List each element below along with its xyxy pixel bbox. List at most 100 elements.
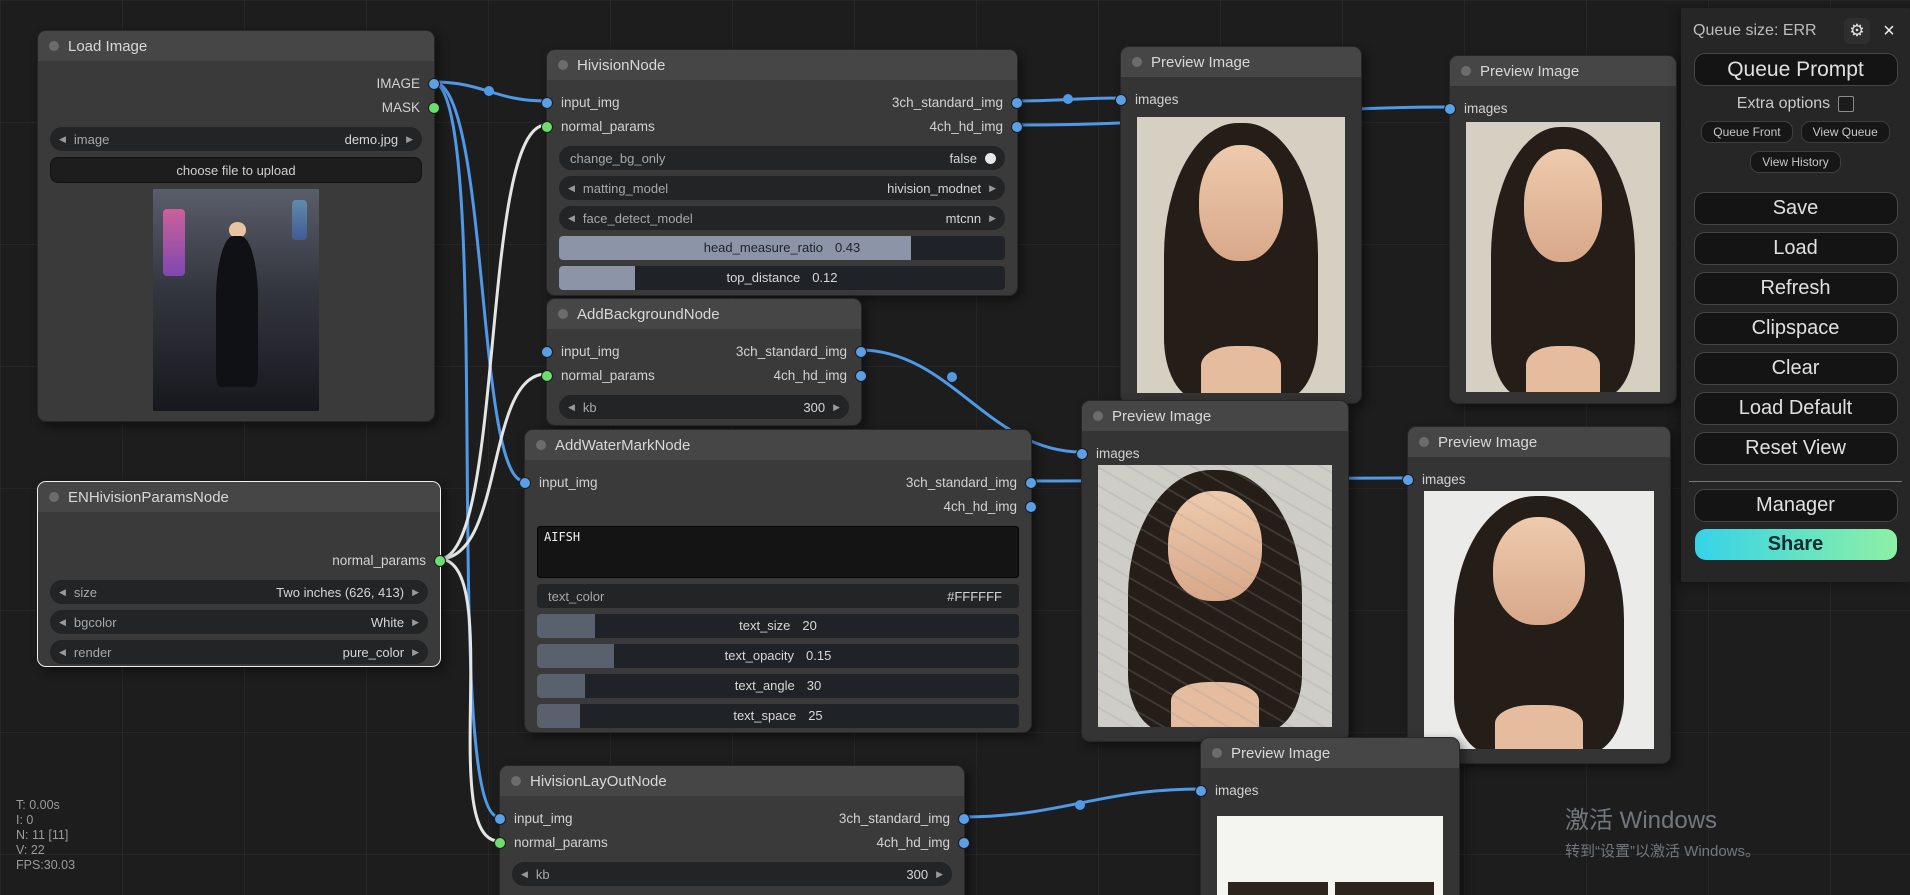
collapse-dot-icon[interactable] xyxy=(49,41,59,51)
widget-face-detect-model[interactable]: ◀ face_detect_model mtcnn ▶ xyxy=(559,206,1005,230)
collapse-dot-icon[interactable] xyxy=(536,440,546,450)
link-dot[interactable] xyxy=(1063,94,1073,104)
preview-photo[interactable] xyxy=(1466,122,1660,392)
node-titlebar[interactable]: HivisionLayOutNode xyxy=(500,766,964,796)
widget-text-space-slider[interactable]: text_space 25 xyxy=(537,704,1019,728)
preview-photo[interactable] xyxy=(1217,816,1443,895)
output-port-4ch-hd-img[interactable] xyxy=(1011,121,1023,133)
clear-button[interactable]: Clear xyxy=(1693,352,1898,385)
load-button[interactable]: Load xyxy=(1693,232,1898,265)
combo-prev-icon[interactable]: ◀ xyxy=(59,134,66,145)
input-port-images[interactable] xyxy=(1076,448,1088,460)
combo-prev-icon[interactable]: ◀ xyxy=(568,213,575,224)
input-port-input-img[interactable] xyxy=(494,813,506,825)
node-titlebar[interactable]: Preview Image xyxy=(1201,738,1459,768)
node-preview-image-2[interactable]: Preview Image images xyxy=(1444,55,1677,404)
comfyui-canvas[interactable]: Load Image IMAGE MASK ◀ image demo.jpg ▶… xyxy=(0,0,1910,895)
combo-prev-icon[interactable]: ◀ xyxy=(59,617,66,628)
collapse-dot-icon[interactable] xyxy=(511,776,521,786)
combo-prev-icon[interactable]: ◀ xyxy=(521,869,528,880)
widget-top-distance-slider[interactable]: top_distance 0.12 xyxy=(559,266,1005,290)
load-default-button[interactable]: Load Default xyxy=(1693,392,1898,425)
view-history-button[interactable]: View History xyxy=(1750,151,1841,173)
combo-prev-icon[interactable]: ◀ xyxy=(59,647,66,658)
combo-prev-icon[interactable]: ◀ xyxy=(568,183,575,194)
input-port-normal-params[interactable] xyxy=(541,121,553,133)
node-titlebar[interactable]: Preview Image xyxy=(1450,56,1676,86)
output-port-4ch-hd-img[interactable] xyxy=(855,370,867,382)
link-dot[interactable] xyxy=(947,372,957,382)
widget-kb[interactable]: ◀ kb 300 ▶ xyxy=(559,395,849,419)
output-port-image[interactable] xyxy=(428,78,440,90)
node-preview-image-5[interactable]: Preview Image images xyxy=(1195,737,1460,895)
node-preview-image-1[interactable]: Preview Image images xyxy=(1115,46,1362,404)
widget-size[interactable]: ◀ size Two inches (626, 413) ▶ xyxy=(50,580,428,604)
input-port-input-img[interactable] xyxy=(519,477,531,489)
input-port-images[interactable] xyxy=(1115,94,1127,106)
collapse-dot-icon[interactable] xyxy=(1212,748,1222,758)
output-port-3ch-standard-img[interactable] xyxy=(1011,97,1023,109)
input-port-images[interactable] xyxy=(1402,474,1414,486)
save-button[interactable]: Save xyxy=(1693,192,1898,225)
loaded-image-thumbnail[interactable] xyxy=(153,189,319,411)
settings-button[interactable]: ⚙ xyxy=(1844,18,1870,44)
refresh-button[interactable]: Refresh xyxy=(1693,272,1898,305)
input-port-normal-params[interactable] xyxy=(541,370,553,382)
widget-text-opacity-slider[interactable]: text_opacity 0.15 xyxy=(537,644,1019,668)
node-titlebar[interactable]: Load Image xyxy=(38,31,434,61)
view-queue-button[interactable]: View Queue xyxy=(1800,121,1890,143)
node-titlebar[interactable]: ENHivisionParamsNode xyxy=(38,482,440,512)
output-port-normal-params[interactable] xyxy=(434,555,446,567)
link-dot[interactable] xyxy=(1075,800,1085,810)
combo-next-icon[interactable]: ▶ xyxy=(989,213,996,224)
share-button[interactable]: Share xyxy=(1694,529,1897,560)
toggle-knob-icon[interactable] xyxy=(985,152,996,164)
node-add-watermark[interactable]: AddWaterMarkNode input_img 3ch_standard_… xyxy=(519,429,1037,733)
manager-button[interactable]: Manager xyxy=(1693,489,1898,522)
queue-front-button[interactable]: Queue Front xyxy=(1701,121,1793,143)
output-port-4ch-hd-img[interactable] xyxy=(1025,501,1037,513)
node-titlebar[interactable]: AddWaterMarkNode xyxy=(525,430,1031,460)
node-add-background[interactable]: AddBackgroundNode input_img 3ch_standard… xyxy=(541,298,867,426)
combo-next-icon[interactable]: ▶ xyxy=(989,183,996,194)
combo-next-icon[interactable]: ▶ xyxy=(406,134,413,145)
collapse-dot-icon[interactable] xyxy=(1093,411,1103,421)
input-port-input-img[interactable] xyxy=(541,97,553,109)
output-port-3ch-standard-img[interactable] xyxy=(958,813,970,825)
node-en-hivision-params[interactable]: ENHivisionParamsNode normal_params ◀ siz… xyxy=(37,481,446,667)
preview-photo[interactable] xyxy=(1424,491,1654,749)
output-port-4ch-hd-img[interactable] xyxy=(958,837,970,849)
collapse-dot-icon[interactable] xyxy=(1461,66,1471,76)
collapse-dot-icon[interactable] xyxy=(558,309,568,319)
extra-options-checkbox[interactable] xyxy=(1838,96,1855,112)
widget-text-size-slider[interactable]: text_size 20 xyxy=(537,614,1019,638)
widget-kb[interactable]: ◀ kb 300 ▶ xyxy=(512,862,952,886)
close-menu-button[interactable]: × xyxy=(1878,20,1900,42)
preview-photo[interactable] xyxy=(1098,465,1332,727)
input-port-images[interactable] xyxy=(1195,785,1207,797)
node-titlebar[interactable]: Preview Image xyxy=(1408,427,1670,457)
output-port-3ch-standard-img[interactable] xyxy=(855,346,867,358)
input-port-normal-params[interactable] xyxy=(494,837,506,849)
collapse-dot-icon[interactable] xyxy=(49,492,59,502)
link-dot[interactable] xyxy=(484,86,494,96)
clipspace-button[interactable]: Clipspace xyxy=(1693,312,1898,345)
widget-head-measure-ratio-slider[interactable]: head_measure_ratio 0.43 xyxy=(559,236,1005,260)
node-hivision-layout[interactable]: HivisionLayOutNode input_img 3ch_standar… xyxy=(494,765,970,895)
combo-next-icon[interactable]: ▶ xyxy=(936,869,943,880)
widget-change-bg-only[interactable]: change_bg_only false xyxy=(559,146,1005,170)
node-preview-image-3[interactable]: Preview Image images xyxy=(1076,400,1349,742)
node-hivision[interactable]: HivisionNode input_img 3ch_standard_img … xyxy=(541,49,1023,296)
preview-photo[interactable] xyxy=(1137,117,1345,393)
combo-prev-icon[interactable]: ◀ xyxy=(568,402,575,413)
watermark-text-input[interactable]: AIFSH xyxy=(537,526,1019,578)
widget-bgcolor[interactable]: ◀ bgcolor White ▶ xyxy=(50,610,428,634)
node-titlebar[interactable]: Preview Image xyxy=(1121,47,1361,77)
reset-view-button[interactable]: Reset View xyxy=(1693,432,1898,465)
node-preview-image-4[interactable]: Preview Image images xyxy=(1402,426,1671,764)
combo-next-icon[interactable]: ▶ xyxy=(412,647,419,658)
node-load-image[interactable]: Load Image IMAGE MASK ◀ image demo.jpg ▶… xyxy=(37,30,440,422)
combo-prev-icon[interactable]: ◀ xyxy=(59,587,66,598)
input-port-images[interactable] xyxy=(1444,103,1456,115)
input-port-input-img[interactable] xyxy=(541,346,553,358)
